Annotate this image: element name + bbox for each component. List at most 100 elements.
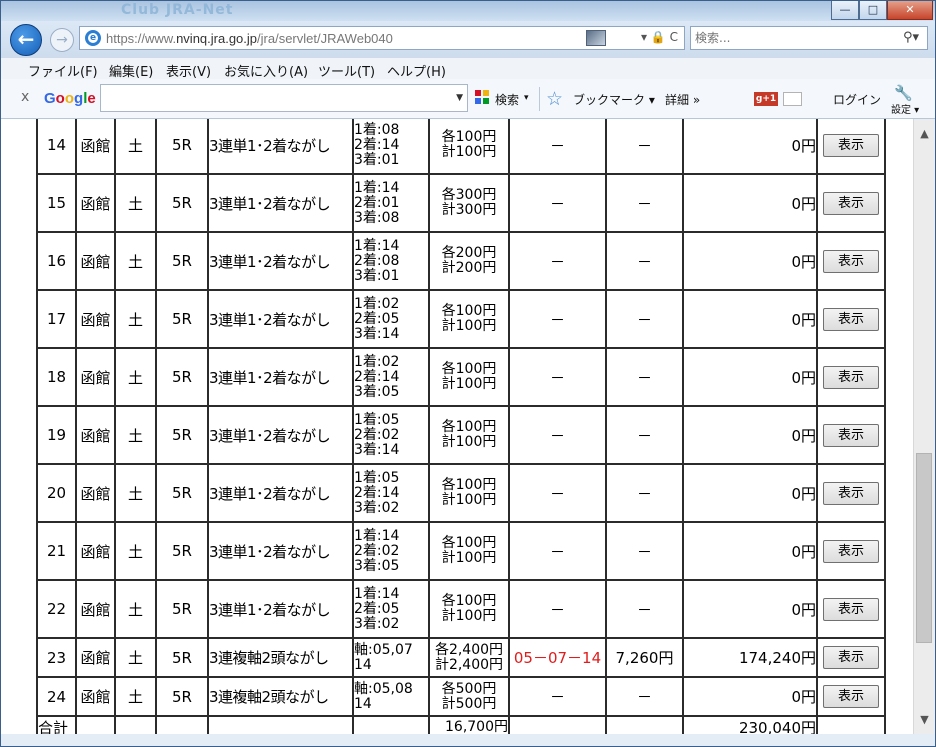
race-number: 5R bbox=[172, 368, 192, 386]
bet-type: 3連単1･2着ながし bbox=[209, 484, 331, 503]
row-number: 23 bbox=[46, 648, 67, 667]
combination-line: 14 bbox=[354, 695, 372, 712]
toolbar-close-icon[interactable]: x bbox=[21, 89, 29, 105]
gplus-button[interactable]: g+1 bbox=[754, 92, 778, 106]
close-button[interactable]: ✕ bbox=[887, 1, 933, 20]
vertical-scrollbar[interactable]: ▲ ▼ bbox=[913, 119, 935, 734]
menu-view[interactable]: 表示(V) bbox=[166, 61, 211, 80]
url-text[interactable]: https://www.nvinq.jra.go.jp/jra/servlet/… bbox=[106, 31, 393, 46]
payout-cell: － bbox=[605, 119, 684, 175]
address-tools[interactable]: ▾ 🔒 C bbox=[641, 30, 678, 44]
amount-line: 各100円 bbox=[441, 593, 497, 609]
scroll-thumb[interactable] bbox=[916, 453, 932, 643]
bet-type-cell: 3連単1･2着ながし bbox=[207, 173, 354, 233]
venue-cell: 函館 bbox=[75, 173, 116, 233]
scroll-down-icon[interactable]: ▼ bbox=[914, 710, 935, 729]
search-box[interactable]: ⚲▾ bbox=[690, 26, 928, 50]
back-button[interactable]: ← bbox=[10, 24, 42, 56]
google-search-input[interactable]: ▼ bbox=[100, 84, 468, 112]
refund-total: 0円 bbox=[791, 542, 816, 561]
payout-cell: － bbox=[605, 521, 684, 581]
show-button[interactable]: 表示 bbox=[823, 597, 879, 621]
day-cell: 土 bbox=[114, 231, 157, 291]
amount-cell: 各200円 計200円 bbox=[428, 231, 510, 291]
more-button[interactable]: 詳細 » bbox=[665, 91, 700, 108]
star-icon[interactable]: ☆ bbox=[546, 88, 563, 110]
race-cell: 5R bbox=[155, 119, 209, 175]
show-button[interactable]: 表示 bbox=[823, 481, 879, 505]
bet-type-cell: 3連複軸2頭ながし bbox=[207, 637, 354, 678]
combination-cell: 1着:14 2着:01 3着:08 bbox=[352, 173, 430, 233]
table-row: 17 函館土 5R 3連単1･2着ながし 1着:02 2着:05 3着:14 各100円 計10… bbox=[36, 289, 886, 349]
empty-cell bbox=[114, 715, 157, 734]
hit-cell: － bbox=[508, 173, 607, 233]
day: 土 bbox=[127, 194, 143, 213]
menu-tools[interactable]: ツール(T) bbox=[318, 61, 375, 80]
menu-help[interactable]: ヘルプ(H) bbox=[387, 61, 446, 80]
hit-cell: － bbox=[508, 405, 607, 465]
show-button[interactable]: 表示 bbox=[823, 685, 879, 708]
combination-line: 2着:14 bbox=[354, 136, 400, 153]
action-cell: 表示 bbox=[816, 231, 886, 291]
search-icon[interactable]: ⚲▾ bbox=[903, 30, 919, 45]
race-cell: 5R bbox=[155, 173, 209, 233]
minimize-button[interactable]: — bbox=[831, 1, 859, 20]
summary-total-cell: 230,040円 bbox=[682, 715, 818, 734]
hit-result: － bbox=[549, 252, 565, 271]
google-search-button[interactable]: 検索 bbox=[495, 91, 519, 108]
payout-cell: － bbox=[605, 405, 684, 465]
hit-cell: － bbox=[508, 119, 607, 175]
browser-window: Club JRA-Net — □ ✕ ← → e https://www.nvi… bbox=[0, 0, 936, 747]
refund-total: 0円 bbox=[791, 600, 816, 619]
forward-button[interactable]: → bbox=[50, 28, 74, 52]
bet-type: 3連単1･2着ながし bbox=[209, 368, 331, 387]
hit-result: － bbox=[549, 310, 565, 329]
login-button[interactable]: ログイン bbox=[833, 91, 881, 108]
combination-line: 1着:05 bbox=[354, 469, 400, 486]
page-content: 14 函館土 5R 3連単1･2着ながし 1着:08 2着:14 3着:01 各100円 計10… bbox=[1, 119, 913, 734]
wrench-icon[interactable]: 🔧 bbox=[894, 84, 913, 102]
search-input[interactable] bbox=[695, 30, 885, 46]
combination-line: 1着:14 bbox=[354, 585, 400, 602]
refund-cell: 174,240円 bbox=[682, 637, 818, 678]
show-button[interactable]: 表示 bbox=[823, 133, 879, 157]
refund-cell: 0円 bbox=[682, 173, 818, 233]
bet-type: 3連複軸2頭ながし bbox=[209, 649, 329, 667]
bet-type: 3連複軸2頭ながし bbox=[209, 688, 329, 706]
compat-view-icon[interactable] bbox=[586, 30, 606, 46]
show-button[interactable]: 表示 bbox=[823, 307, 879, 331]
show-button[interactable]: 表示 bbox=[823, 365, 879, 389]
day-cell: 土 bbox=[114, 289, 157, 349]
bet-type-cell: 3連単1･2着ながし bbox=[207, 347, 354, 407]
bet-type-cell: 3連単1･2着ながし bbox=[207, 579, 354, 639]
maximize-button[interactable]: □ bbox=[859, 1, 887, 20]
chevron-down-icon[interactable]: ▾ bbox=[524, 93, 529, 103]
show-button[interactable]: 表示 bbox=[823, 249, 879, 273]
menu-bar: ファイル(F) 編集(E) 表示(V) お気に入り(A) ツール(T) ヘルプ(… bbox=[1, 57, 935, 80]
payout-cell: － bbox=[605, 231, 684, 291]
menu-favorites[interactable]: お気に入り(A) bbox=[224, 61, 308, 80]
combination-line: 2着:05 bbox=[354, 600, 400, 617]
show-button[interactable]: 表示 bbox=[823, 191, 879, 215]
bet-type: 3連単1･2着ながし bbox=[209, 252, 331, 271]
show-button[interactable]: 表示 bbox=[823, 423, 879, 447]
bet-type: 3連単1･2着ながし bbox=[209, 426, 331, 445]
bookmarks-button[interactable]: ブックマーク ▾ bbox=[573, 91, 655, 108]
menu-file[interactable]: ファイル(F) bbox=[28, 61, 98, 80]
empty-cell bbox=[155, 715, 209, 734]
chevron-down-icon[interactable]: ▼ bbox=[456, 93, 463, 103]
amount-line: 計200円 bbox=[441, 260, 497, 276]
amount-line: 計300円 bbox=[441, 202, 497, 218]
show-button[interactable]: 表示 bbox=[823, 646, 879, 669]
race-cell: 5R bbox=[155, 521, 209, 581]
amount-cell: 各2,400円 計2,400円 bbox=[428, 637, 510, 678]
show-button[interactable]: 表示 bbox=[823, 539, 879, 563]
hit-result: － bbox=[549, 426, 565, 445]
menu-edit[interactable]: 編集(E) bbox=[109, 61, 153, 80]
settings-button[interactable]: 設定 ▾ bbox=[891, 101, 919, 116]
row-number: 21 bbox=[46, 542, 67, 560]
combination-line: 14 bbox=[354, 656, 372, 673]
address-bar[interactable]: e https://www.nvinq.jra.go.jp/jra/servle… bbox=[79, 26, 685, 50]
toolbar-divider bbox=[539, 87, 540, 111]
scroll-up-icon[interactable]: ▲ bbox=[914, 124, 935, 143]
